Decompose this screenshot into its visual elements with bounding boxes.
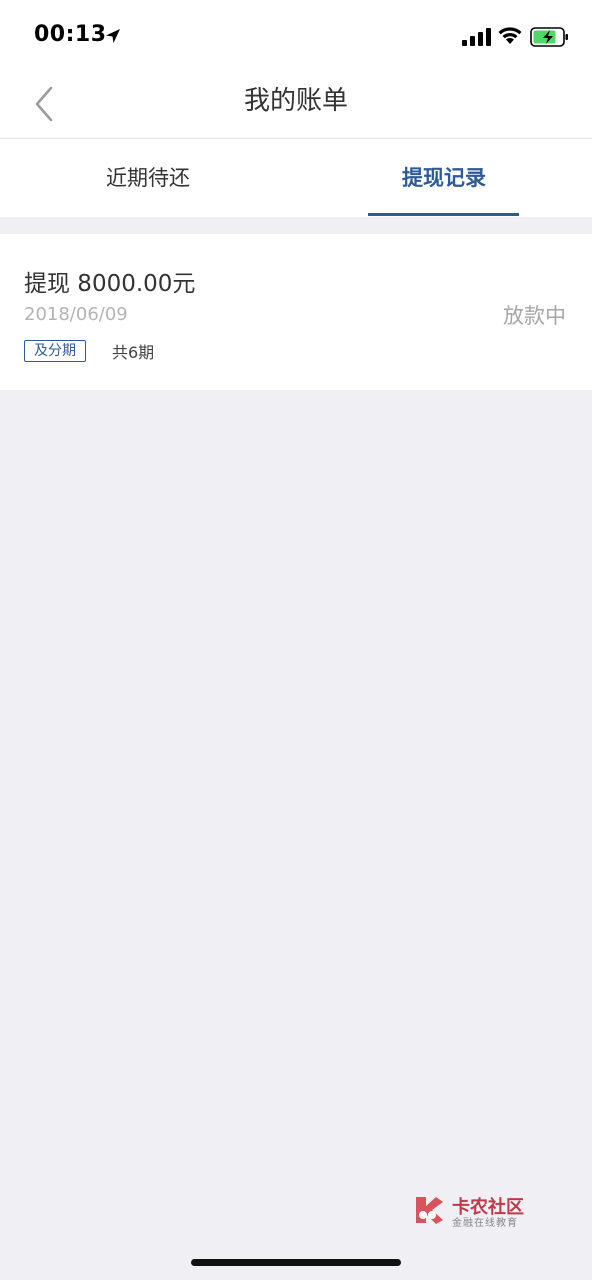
withdrawal-record-item[interactable]: 提现 8000.00元 2018/06/09 放款中 及分期 共6期 (0, 234, 592, 390)
location-arrow-icon (106, 29, 120, 43)
chevron-left-icon (35, 86, 53, 122)
wifi-icon (498, 27, 522, 44)
active-tab-indicator (368, 213, 519, 216)
back-button[interactable] (24, 84, 64, 124)
tab-recent-due[interactable]: 近期待还 (0, 139, 296, 217)
record-status: 放款中 (503, 304, 566, 328)
status-bar: 00:13 (0, 0, 592, 70)
status-time: 00:13 (34, 22, 107, 47)
record-date: 2018/06/09 (24, 304, 128, 325)
battery-charging-icon (530, 27, 568, 47)
kanong-logo-icon (416, 1197, 443, 1224)
home-indicator[interactable] (191, 1259, 401, 1266)
installment-count: 共6期 (112, 343, 155, 362)
page-title: 我的账单 (243, 86, 348, 116)
watermark-tagline: 金融在线教育 (452, 1218, 518, 1229)
navigation-bar: 我的账单 (0, 70, 592, 139)
watermark: 卡农社区 金融在线教育 (412, 1191, 552, 1231)
installment-badge: 及分期 (24, 340, 86, 362)
cellular-signal-icon (462, 28, 491, 46)
tab-withdrawal-records[interactable]: 提现记录 (296, 139, 592, 217)
tab-bar: 近期待还 提现记录 (0, 139, 592, 217)
record-title: 提现 8000.00元 (24, 271, 196, 297)
